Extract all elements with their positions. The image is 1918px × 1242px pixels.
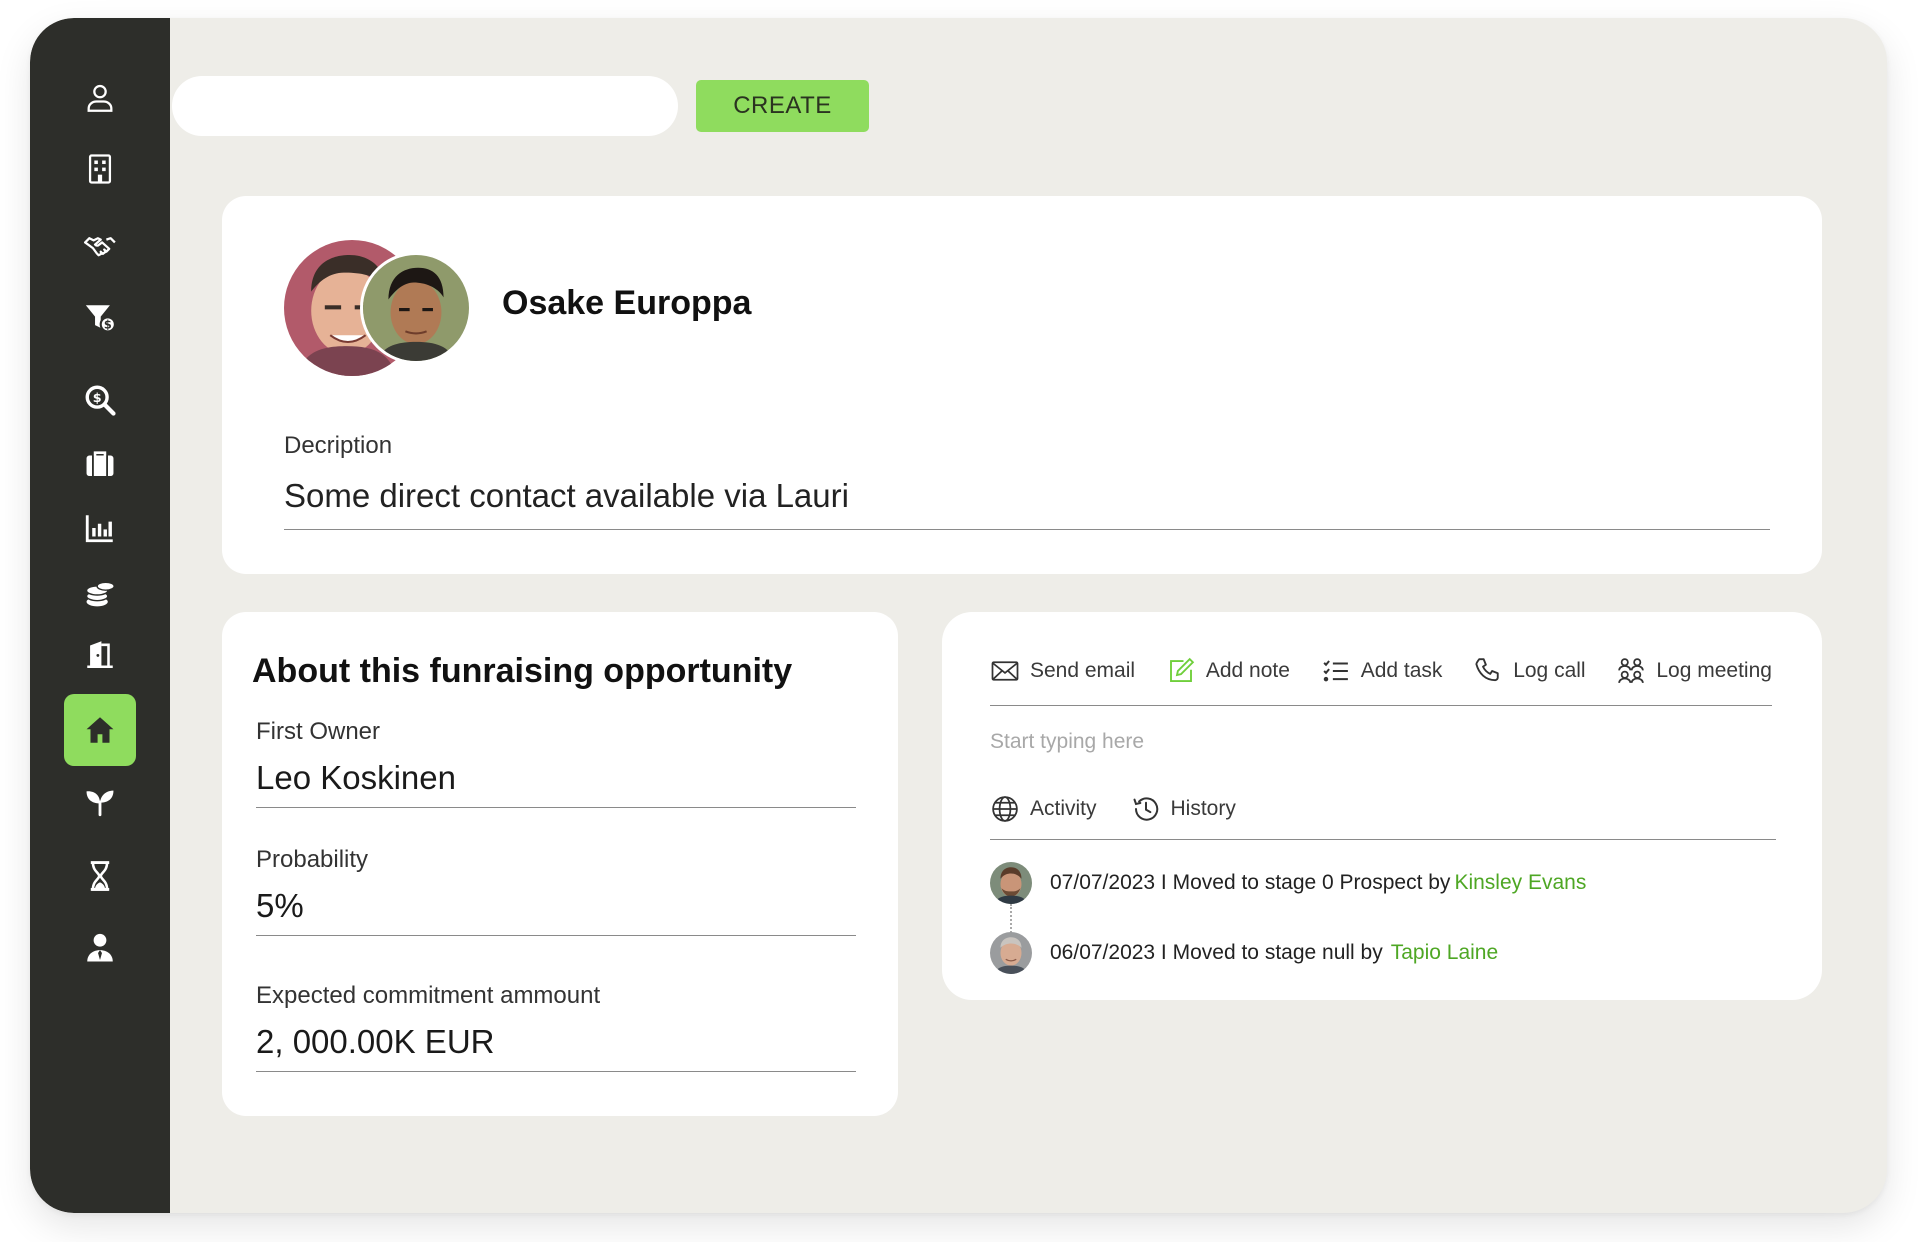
app-window: $ $ CREATE Osake Europpa Decription Some… — [30, 18, 1887, 1213]
first-owner-field[interactable]: Leo Koskinen — [256, 756, 856, 808]
history-icon — [1133, 797, 1158, 821]
sidebar-item-portfolio[interactable] — [64, 428, 136, 500]
list-item: 07/07/2023 I Moved to stage 0 Prospect b… — [990, 862, 1586, 904]
tab-activity-label: Activity — [1030, 797, 1097, 820]
activity-input[interactable] — [990, 730, 1590, 754]
commitment-amount-field[interactable]: 2, 000.00K EUR — [256, 1020, 856, 1072]
add-task-button[interactable]: Add task — [1321, 656, 1443, 686]
bar-chart-icon — [85, 515, 113, 543]
avatar — [990, 862, 1032, 904]
sidebar-item-companies[interactable] — [64, 133, 136, 205]
svg-text:$: $ — [104, 318, 112, 332]
create-button[interactable]: CREATE — [696, 80, 869, 132]
briefcase-icon — [86, 451, 114, 477]
entry-text: 07/07/2023 I Moved to stage 0 Prospect b… — [1050, 871, 1451, 894]
avatar — [990, 932, 1032, 974]
tab-history-label: History — [1170, 797, 1236, 820]
person-photo-icon — [363, 255, 469, 361]
person-photo-icon — [990, 932, 1032, 974]
commitment-amount-label: Expected commitment ammount — [256, 982, 601, 1009]
log-meeting-button[interactable]: Log meeting — [1616, 656, 1772, 686]
organization-card: Osake Europpa Decription Some direct con… — [222, 196, 1822, 574]
person-tie-icon — [87, 933, 113, 962]
log-meeting-label: Log meeting — [1656, 659, 1772, 682]
search-input[interactable] — [172, 76, 678, 136]
entry-text: 06/07/2023 I Moved to stage null by — [1050, 941, 1383, 964]
sidebar-item-contacts[interactable] — [64, 62, 136, 134]
activity-tabs: Activity History — [990, 788, 1776, 840]
handshake-icon — [83, 237, 116, 257]
activity-actions: Send email Add note Add task Log call Lo… — [990, 656, 1772, 706]
add-note-label: Add note — [1205, 659, 1290, 682]
description-field[interactable]: Some direct contact available via Lauri — [284, 474, 1770, 530]
user-icon — [87, 84, 113, 112]
first-owner-label: First Owner — [256, 718, 381, 745]
svg-text:$: $ — [93, 391, 102, 406]
organization-name: Osake Europpa — [502, 284, 752, 322]
user-link[interactable]: Tapio Laine — [1391, 941, 1498, 965]
add-task-label: Add task — [1360, 659, 1443, 682]
activity-card: Send email Add note Add task Log call Lo… — [942, 612, 1822, 1000]
probability-field[interactable]: 5% — [256, 884, 856, 936]
phone-icon — [1475, 658, 1499, 682]
opportunity-details-card: About this funraising opportunity First … — [222, 612, 898, 1116]
sidebar-item-pipeline[interactable]: $ — [64, 282, 136, 354]
sidebar-item-prospecting[interactable]: $ — [64, 364, 136, 436]
seedling-icon — [86, 790, 114, 817]
globe-icon — [992, 796, 1018, 822]
sidebar-item-reports[interactable] — [64, 492, 136, 564]
sidebar-item-home[interactable] — [64, 694, 136, 766]
list-item: 06/07/2023 I Moved to stage null by Tapi… — [990, 932, 1498, 974]
tab-activity[interactable]: Activity — [990, 788, 1097, 830]
probability-label: Probability — [256, 846, 369, 873]
log-call-button[interactable]: Log call — [1473, 656, 1586, 686]
section-title: About this funraising opportunity — [252, 652, 793, 690]
sidebar-item-sustainability[interactable] — [64, 766, 136, 838]
send-email-button[interactable]: Send email — [990, 656, 1135, 686]
sidebar: $ $ — [30, 18, 170, 1213]
person-photo-icon — [990, 862, 1032, 904]
send-email-label: Send email — [1030, 659, 1136, 682]
sidebar-item-exits[interactable] — [64, 618, 136, 690]
hourglass-icon — [90, 861, 110, 891]
sidebar-item-deals[interactable] — [64, 210, 136, 282]
user-link[interactable]: Kinsley Evans — [1454, 871, 1586, 895]
search-dollar-icon: $ — [85, 385, 116, 416]
home-icon — [86, 717, 114, 743]
envelope-icon — [991, 661, 1019, 681]
log-call-label: Log call — [1513, 659, 1586, 682]
note-edit-icon — [1169, 657, 1195, 682]
funnel-dollar-icon: $ — [85, 305, 116, 333]
add-note-button[interactable]: Add note — [1166, 656, 1290, 686]
building-icon — [88, 154, 112, 184]
door-icon — [87, 641, 113, 669]
checklist-icon — [1323, 660, 1348, 682]
sidebar-item-team[interactable] — [64, 912, 136, 984]
contact-avatars — [284, 240, 484, 376]
coins-icon — [85, 581, 115, 607]
avatar — [360, 252, 472, 364]
description-label: Decription — [284, 432, 393, 459]
sidebar-item-pending[interactable] — [64, 840, 136, 912]
people-group-icon — [1618, 658, 1645, 683]
tab-history[interactable]: History — [1131, 788, 1236, 830]
